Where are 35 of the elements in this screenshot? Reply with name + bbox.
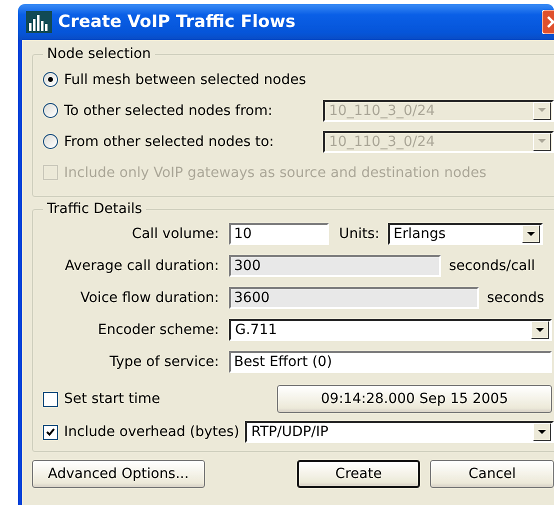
radio-button[interactable] <box>43 103 58 118</box>
dropdown[interactable]: Erlangs <box>388 223 543 245</box>
bar-chart-icon <box>26 11 52 33</box>
unit-label: seconds/call <box>449 258 535 274</box>
checkmark-icon <box>46 428 55 436</box>
field-label: Call volume: <box>130 226 219 242</box>
window-title: Create VoIP Traffic Flows <box>58 12 296 32</box>
dialog-button[interactable]: Advanced Options... <box>32 460 205 488</box>
radio-option[interactable]: Full mesh between selected nodes <box>43 72 306 88</box>
input-field[interactable]: 10 <box>229 223 329 245</box>
field-label: Voice flow duration: <box>79 290 219 306</box>
unit-label: seconds <box>487 290 544 306</box>
field-label: Units: <box>339 226 380 242</box>
field-label: Encoder scheme: <box>96 322 219 338</box>
group-title: Traffic Details <box>46 201 144 217</box>
checkbox-option[interactable]: Include overhead (bytes) <box>43 424 240 440</box>
dialog-button[interactable]: Cancel <box>430 460 554 488</box>
input-field[interactable]: 300 <box>229 255 441 277</box>
radio-option[interactable]: From other selected nodes to: <box>43 134 274 150</box>
close-button[interactable] <box>542 10 554 34</box>
dialog-button[interactable]: Create <box>296 460 420 488</box>
checkbox-option[interactable]: Set start time <box>43 391 277 407</box>
radio-option[interactable]: To other selected nodes from: <box>43 102 272 118</box>
checkbox[interactable] <box>43 392 58 406</box>
field-label: Type of service: <box>108 354 219 370</box>
input-field[interactable]: 3600 <box>229 287 479 309</box>
radio-button[interactable] <box>43 72 58 87</box>
dropdown[interactable]: RTP/UDP/IP <box>245 421 554 443</box>
start-time-button[interactable]: 09:14:28.000 Sep 15 2005 <box>277 385 552 413</box>
group-title: Node selection <box>46 46 152 62</box>
input-field[interactable]: Best Effort (0) <box>229 351 552 373</box>
checkbox[interactable] <box>43 424 58 440</box>
field-label: Average call duration: <box>64 258 219 274</box>
dropdown[interactable]: G.711 <box>229 319 552 341</box>
radio-button[interactable] <box>43 134 58 149</box>
